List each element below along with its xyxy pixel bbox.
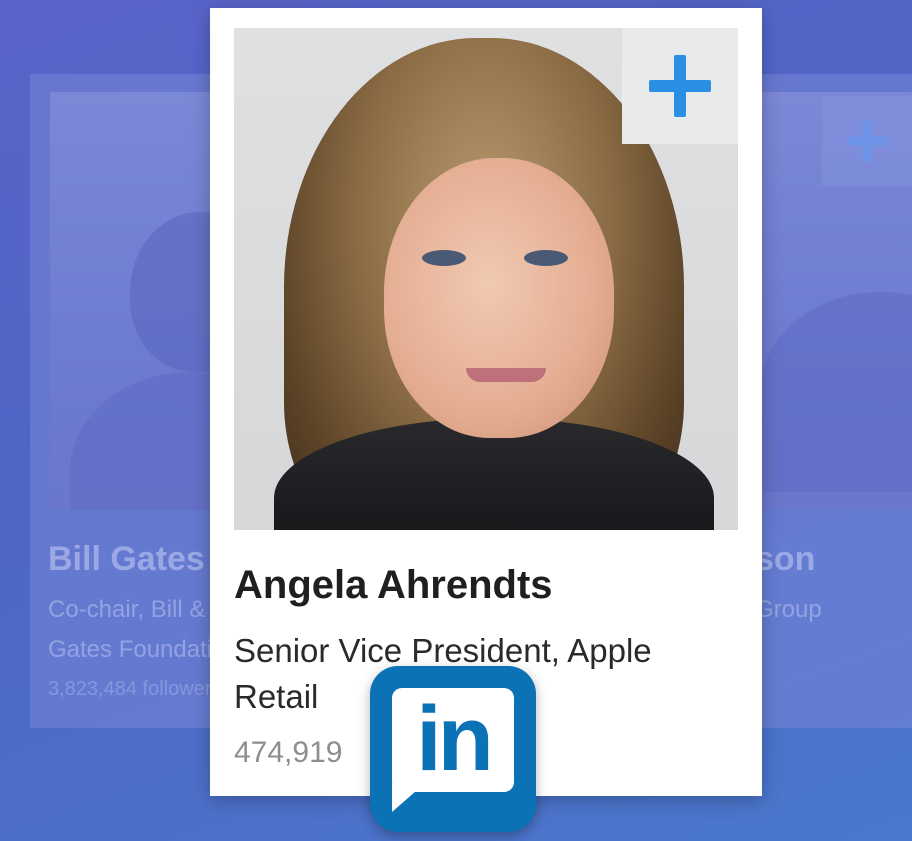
background-profile-name: Bill Gates: [48, 540, 205, 578]
follow-button[interactable]: [622, 28, 738, 144]
plus-icon: [649, 55, 711, 117]
background-profile-name: son: [755, 540, 816, 578]
linkedin-logo-text: in: [416, 688, 494, 790]
profile-followers: 474,919: [234, 736, 343, 769]
background-plus-icon: +: [822, 96, 912, 186]
profile-name[interactable]: Angela Ahrendts: [234, 563, 553, 608]
profile-photo: [234, 28, 738, 530]
background-profile-title: Group: [755, 596, 822, 623]
linkedin-icon: in: [370, 666, 536, 832]
background-profile-followers: 3,823,484 followers: [48, 678, 222, 700]
speech-bubble: in: [392, 688, 514, 792]
